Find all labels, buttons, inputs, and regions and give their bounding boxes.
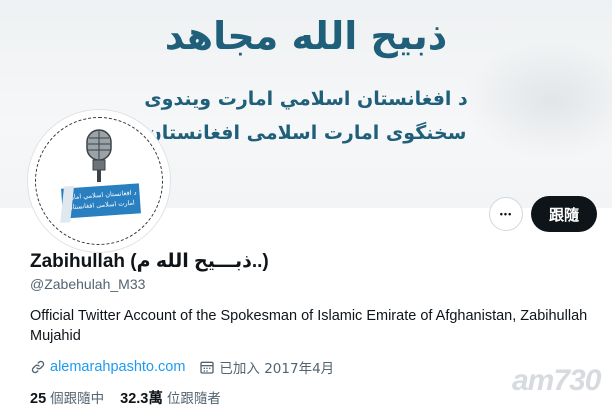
calendar-icon bbox=[200, 361, 215, 374]
microphone-icon bbox=[86, 129, 112, 182]
followers-label: 位跟隨者 bbox=[166, 391, 221, 407]
profile-stats: 25 個跟隨中 32.3萬 位跟隨者 bbox=[30, 387, 237, 408]
followers-count: 32.3萬 bbox=[120, 391, 163, 407]
follow-button[interactable]: 跟隨 bbox=[531, 196, 597, 232]
followers-stat[interactable]: 32.3萬 位跟隨者 bbox=[120, 387, 221, 408]
website-link[interactable]: alemarahpashto.com bbox=[50, 359, 185, 375]
following-count: 25 bbox=[30, 391, 47, 407]
profile-handle: @Zabehulah_M33 bbox=[30, 276, 146, 292]
more-dots-icon: ••• bbox=[499, 209, 513, 219]
banner-subtitle-pashto: د افغانستان اسلامي امارت ويندوى bbox=[144, 88, 468, 110]
more-options-button[interactable]: ••• bbox=[489, 197, 523, 231]
profile-bio: Official Twitter Account of the Spokesma… bbox=[30, 308, 588, 344]
profile-name: Zabihullah (ذبـــيح الله م..) bbox=[30, 251, 269, 272]
banner-title: ذبيح الله مجاهد bbox=[164, 14, 448, 58]
joined-date: 已加入 2017年4月 bbox=[219, 361, 335, 377]
following-stat[interactable]: 25 個跟隨中 bbox=[30, 387, 104, 408]
following-label: 個跟隨中 bbox=[50, 391, 105, 407]
website-item[interactable]: alemarahpashto.com bbox=[30, 359, 185, 375]
link-icon bbox=[31, 360, 45, 374]
avatar[interactable]: د افغانستان اسلامي امارت امارت اسلامی اف… bbox=[28, 110, 170, 252]
watermark-logo: am730 bbox=[512, 364, 601, 397]
profile-meta: alemarahpashto.com 已加入 2017年4月 bbox=[30, 357, 348, 377]
avatar-flag-banner: د افغانستان اسلامي امارت امارت اسلامی اف… bbox=[61, 183, 141, 219]
joined-item: 已加入 2017年4月 bbox=[199, 357, 334, 377]
